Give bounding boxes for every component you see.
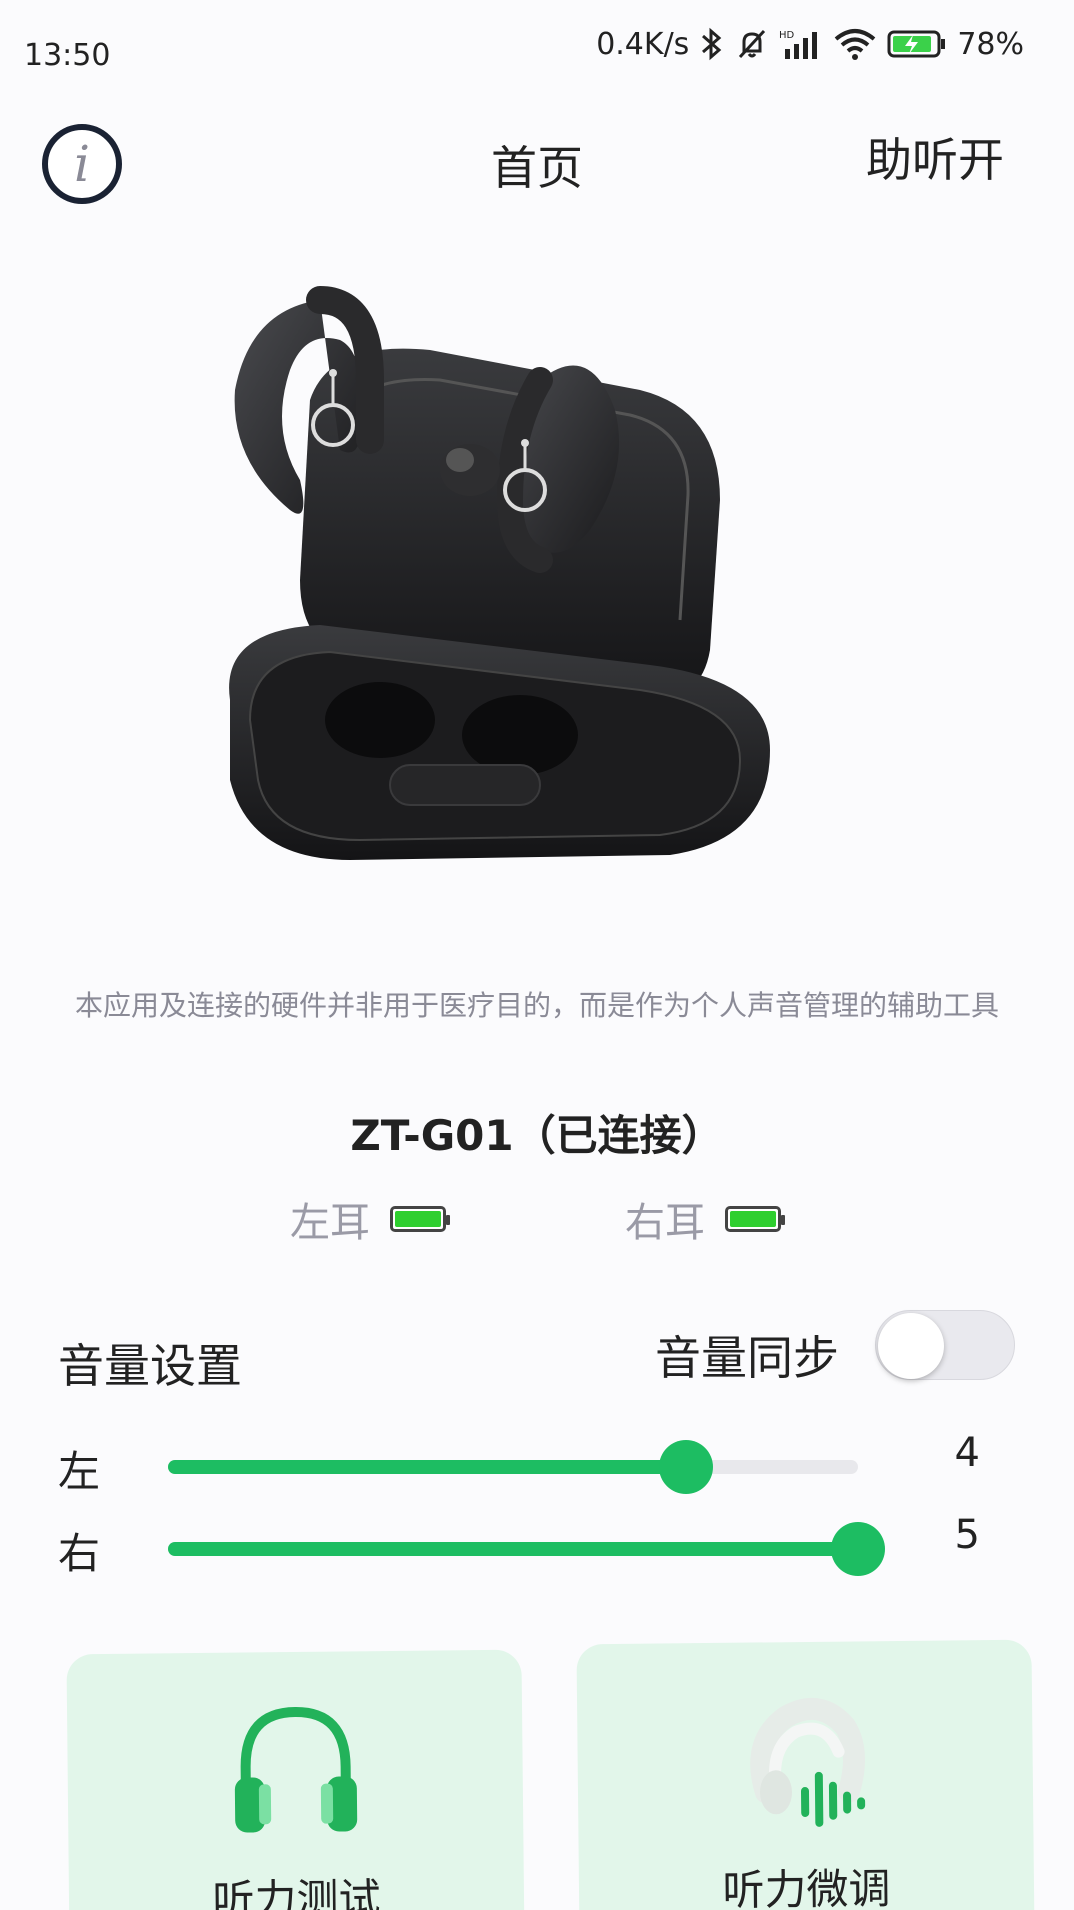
mute-bell-icon [739,29,766,59]
status-bar: 13:50 0.4K/s HD 78% [0,0,1074,100]
right-ear-label: 右耳 [625,1200,705,1246]
hearing-finetune-label: 听力微调 [722,1864,891,1910]
left-volume-slider[interactable] [168,1440,858,1494]
left-volume-label: 左 [58,1447,101,1496]
left-volume-thumb[interactable] [658,1440,713,1494]
hearing-aid-toggle[interactable]: 助听开 [866,124,1004,190]
left-volume-row: 左 4 [0,1430,1074,1500]
net-speed: 0.4K/s [596,26,690,62]
status-time: 13:50 [24,38,111,73]
right-volume-row: 右 5 [0,1512,1074,1582]
right-volume-label: 右 [58,1529,101,1578]
wifi-icon [835,29,876,60]
headphones-icon [234,1707,357,1833]
hearing-finetune-card[interactable]: 听力微调 [576,1639,1035,1910]
bluetooth-icon [702,27,722,61]
svg-text:HD: HD [779,30,795,41]
right-volume-slider[interactable] [168,1522,885,1576]
signal-icon: HD [779,30,818,59]
left-ear-status: 左耳 [290,1190,450,1248]
battery-charging-icon [887,30,946,58]
disclaimer-text: 本应用及连接的硬件并非用于医疗目的，而是作为个人声音管理的辅助工具 [74,989,999,1022]
volume-settings-title: 音量设置 [58,1339,242,1393]
sound-wave-icon [749,1698,865,1827]
right-volume-value: 5 [954,1512,980,1558]
left-battery-icon [390,1206,450,1232]
left-ear-label: 左耳 [290,1200,370,1246]
right-battery-icon [725,1206,785,1232]
volume-sync-label: 音量同步 [655,1331,839,1385]
volume-sync-switch[interactable] [875,1310,1015,1380]
app-header: i 首页 助听开 [0,110,1074,220]
product-image [229,286,770,860]
status-icons: 0.4K/s HD 78% [596,24,1024,64]
right-ear-status: 右耳 [625,1190,785,1248]
hearing-test-label: 听力测试 [212,1874,381,1910]
battery-percent: 78% [957,26,1024,62]
hearing-test-card[interactable]: 听力测试 [66,1649,525,1910]
left-volume-value: 4 [954,1430,980,1476]
right-volume-thumb[interactable] [831,1522,885,1576]
device-name: ZT-G01（已连接） [350,1111,724,1160]
